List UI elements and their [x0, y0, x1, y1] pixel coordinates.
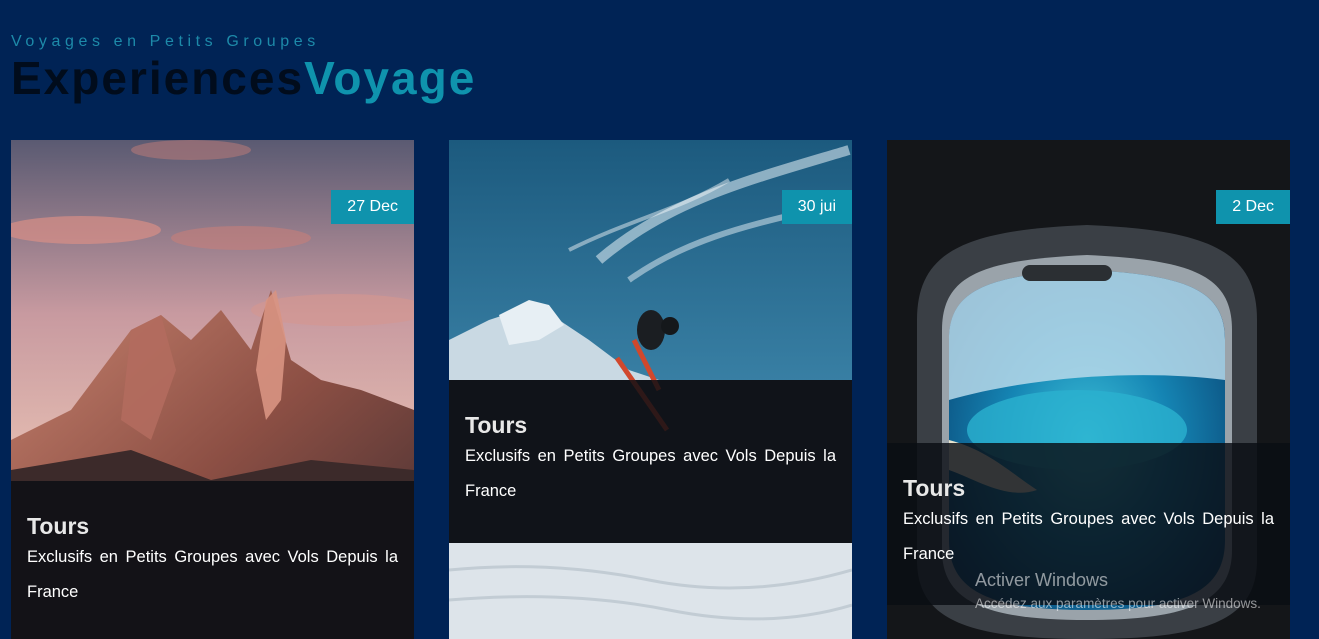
logo-text-experiences: Experiences: [11, 52, 305, 104]
card-description: Exclusifs en Petits Groupes avec Vols De…: [903, 510, 1274, 563]
tour-card[interactable]: 30 jui Tours Exclusifs en Petits Groupes…: [449, 140, 852, 639]
logo-text-voyage: Voyage: [304, 52, 477, 104]
tour-card[interactable]: 27 Dec Tours Exclusifs en Petits Groupes…: [11, 140, 414, 639]
date-badge: 30 jui: [781, 190, 852, 224]
date-badge: 27 Dec: [331, 190, 414, 224]
tour-card[interactable]: 2 Dec Tours Exclusifs en Petits Groupes …: [887, 140, 1290, 639]
date-badge: 2 Dec: [1216, 190, 1290, 224]
watermark-title: Activer Windows: [975, 570, 1109, 590]
site-header: Voyages en Petits Groupes ExperiencesVoy…: [11, 32, 476, 104]
watermark-subtitle: Accédez aux paramètres pour activer Wind…: [975, 596, 1261, 611]
card-title[interactable]: Tours: [27, 513, 398, 540]
card-caption: Tours Exclusifs en Petits Groupes avec V…: [11, 481, 414, 639]
card-caption: Tours Exclusifs en Petits Groupes avec V…: [449, 380, 852, 543]
site-logo[interactable]: ExperiencesVoyage: [11, 52, 476, 104]
card-title[interactable]: Tours: [903, 475, 1274, 502]
card-description: Exclusifs en Petits Groupes avec Vols De…: [465, 447, 836, 500]
site-subtitle: Voyages en Petits Groupes: [11, 33, 320, 50]
windows-activation-watermark: Activer Windows Accédez aux paramètres p…: [975, 568, 1261, 614]
card-description: Exclusifs en Petits Groupes avec Vols De…: [27, 548, 398, 601]
card-title[interactable]: Tours: [465, 412, 836, 439]
